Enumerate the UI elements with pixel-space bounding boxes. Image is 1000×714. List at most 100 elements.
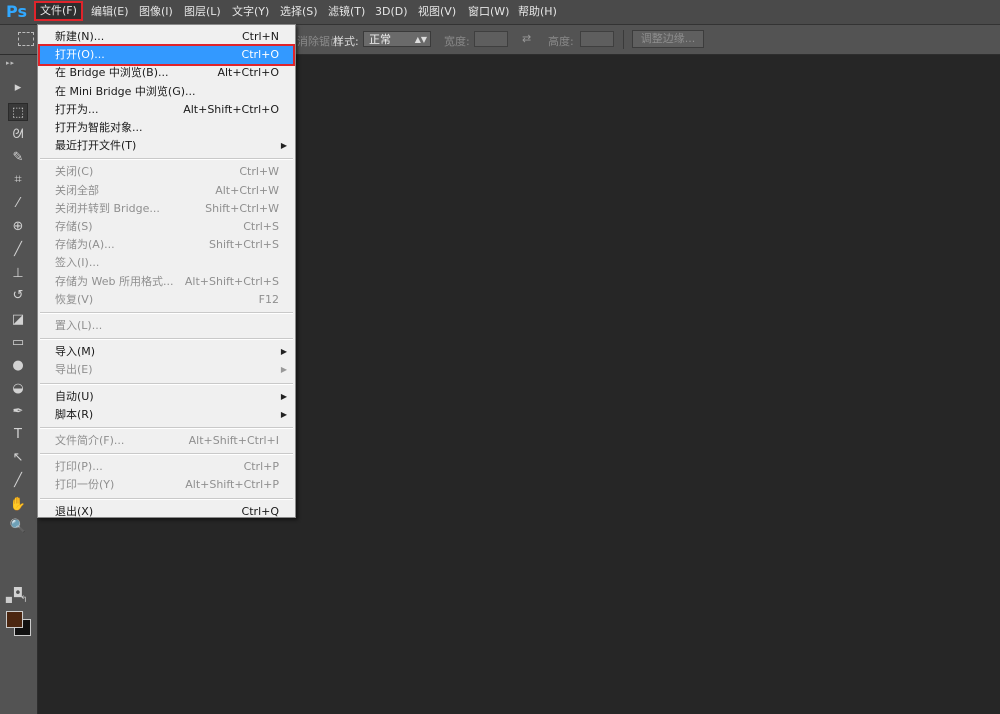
path-selection-tool-icon[interactable]: ↖ — [8, 449, 28, 467]
eyedropper-tool-icon[interactable]: ⁄ — [8, 195, 28, 213]
file-menu-item[interactable]: 新建(N)... Ctrl+N — [40, 28, 293, 46]
swap-icon[interactable]: ⇄ — [522, 32, 531, 45]
file-menu-item: 存储(S) Ctrl+S — [40, 218, 293, 236]
menu-item-2[interactable]: 图像(I) — [135, 4, 177, 20]
menu-separator — [40, 158, 293, 161]
blur-tool-icon[interactable]: ● — [8, 357, 28, 375]
gradient-tool-icon[interactable]: ▭ — [8, 334, 28, 352]
file-menu-item: 恢复(V) F12 — [40, 291, 293, 309]
marquee-preset-icon[interactable] — [18, 32, 34, 46]
menu-item-label: 打开为... — [55, 102, 99, 116]
menu-item-label: 文件简介(F)... — [55, 434, 125, 447]
menu-item-6[interactable]: 滤镜(T) — [324, 4, 369, 20]
photoshop-logo: Ps — [6, 2, 27, 21]
menu-item-shortcut: F12 — [258, 292, 279, 306]
menu-item-label: 退出(X) — [55, 504, 94, 518]
options-separator — [623, 30, 624, 49]
menu-item-label: 存储(S) — [55, 220, 93, 233]
line-tool-icon[interactable]: ╱ — [8, 472, 28, 490]
menu-item-1[interactable]: 编辑(E) — [87, 4, 133, 20]
menu-item-label: 打开为智能对象... — [55, 121, 143, 134]
file-menu-item[interactable]: 打开(O)... Ctrl+O — [38, 44, 295, 67]
menu-item-shortcut: Ctrl+W — [239, 165, 279, 179]
menu-item-shortcut: Alt+Ctrl+O — [217, 66, 279, 80]
menu-item-label: 最近打开文件(T) — [55, 139, 137, 153]
menu-item-10[interactable]: 帮助(H) — [514, 4, 561, 20]
menu-separator — [40, 453, 293, 456]
marquee-tool-icon[interactable]: ⬚ — [8, 103, 28, 121]
crop-tool-icon[interactable]: ⌗ — [8, 171, 28, 189]
lasso-tool-icon[interactable]: ᘛ — [8, 126, 28, 144]
file-menu-item: 签入(I)... — [40, 254, 293, 272]
file-menu-item[interactable]: 导入(M) ▶ — [40, 343, 293, 361]
submenu-arrow-icon: ▶ — [280, 391, 287, 401]
submenu-arrow-icon: ▶ — [280, 141, 287, 151]
quick-mask-icon[interactable]: ◘ — [8, 585, 28, 603]
move-tool-icon[interactable]: ▸ — [8, 79, 28, 97]
file-menu-item: 打印(P)... Ctrl+P — [40, 458, 293, 476]
file-menu-item: 导出(E) ▶ — [40, 361, 293, 379]
brush-tool-icon[interactable]: ╱ — [8, 241, 28, 259]
width-input[interactable] — [474, 31, 508, 47]
style-select[interactable]: 正常 ▲▼ — [363, 31, 431, 47]
menu-item-7[interactable]: 3D(D) — [371, 4, 412, 20]
menu-item-shortcut: Ctrl+N — [241, 30, 279, 43]
menu-separator — [40, 382, 293, 385]
file-menu-item[interactable]: 最近打开文件(T) ▶ — [40, 137, 293, 155]
menu-item-shortcut: Ctrl+Q — [241, 504, 279, 518]
type-tool-icon[interactable]: T — [8, 426, 28, 444]
menu-item-shortcut: Shift+Ctrl+S — [209, 238, 279, 252]
menu-item-shortcut: Shift+Ctrl+W — [205, 201, 279, 215]
menubar: Ps 文件(F) 编辑(E) 图像(I) 图层(L) 文字(Y) 选择(S) 滤镜(T) 3D… — [0, 0, 1000, 25]
height-input[interactable] — [580, 31, 614, 47]
file-menu-item[interactable]: 打开为智能对象... — [40, 119, 293, 137]
menu-item-label: 打开(O)... — [55, 48, 105, 62]
menu-item-label: 自动(U) — [55, 389, 94, 403]
menu-item-5[interactable]: 选择(S) — [276, 4, 322, 20]
menu-item-shortcut: Alt+Ctrl+W — [215, 183, 279, 197]
menu-item-label: 恢复(V) — [55, 292, 94, 306]
file-menu-item[interactable]: 打开为... Alt+Shift+Ctrl+O — [40, 101, 293, 119]
file-menu-item[interactable]: 脚本(R) ▶ — [40, 406, 293, 424]
menu-separator — [40, 427, 293, 429]
file-menu-item: 文件简介(F)... Alt+Shift+Ctrl+I — [40, 432, 293, 450]
clone-stamp-tool-icon[interactable]: ⊥ — [8, 265, 28, 283]
menu-item-label: 置入(L)... — [55, 319, 103, 332]
file-menu-item: 打印一份(Y) Alt+Shift+Ctrl+P — [40, 476, 293, 494]
menu-item-label: 在 Bridge 中浏览(B)... — [55, 66, 169, 80]
submenu-arrow-icon: ▶ — [280, 347, 287, 357]
healing-brush-tool-icon[interactable]: ⊕ — [8, 218, 28, 236]
menu-item-9[interactable]: 窗口(W) — [464, 4, 513, 20]
pen-tool-icon[interactable]: ✒ — [8, 403, 28, 421]
menu-item-label: 脚本(R) — [55, 407, 94, 421]
menu-item-4[interactable]: 文字(Y) — [228, 4, 273, 20]
menu-item-label: 打印(P)... — [55, 460, 103, 474]
file-menu-item[interactable]: 在 Bridge 中浏览(B)... Alt+Ctrl+O — [40, 64, 293, 82]
height-label: 高度: — [548, 35, 574, 48]
tools-panel: ▸▸ ▸⬚ᘛ✎⌗⁄⊕╱⊥↺◪▭●◒✒T↖╱✋🔍 ■ ↰ ◘ ▣ — [0, 55, 38, 714]
file-menu-item[interactable]: 退出(X) Ctrl+Q — [40, 503, 293, 521]
quick-selection-tool-icon[interactable]: ✎ — [8, 149, 28, 167]
menu-item-shortcut: Ctrl+S — [243, 220, 279, 233]
menu-item-label: 打印一份(Y) — [55, 478, 115, 492]
panel-grip-icon[interactable]: ▸▸ — [6, 59, 15, 67]
menu-item-shortcut: Alt+Shift+Ctrl+I — [188, 434, 279, 447]
menu-file[interactable]: 文件(F) — [34, 1, 83, 21]
dodge-tool-icon[interactable]: ◒ — [8, 380, 28, 398]
history-brush-tool-icon[interactable]: ↺ — [8, 287, 28, 305]
foreground-color-swatch[interactable] — [6, 611, 23, 628]
refine-edge-button[interactable]: 调整边缘... — [632, 30, 704, 48]
menu-item-shortcut: Alt+Shift+Ctrl+P — [185, 478, 279, 492]
submenu-arrow-icon: ▶ — [280, 409, 287, 419]
style-label: 样式: — [333, 35, 359, 48]
file-menu-item: 关闭并转到 Bridge... Shift+Ctrl+W — [40, 200, 293, 218]
menu-item-8[interactable]: 视图(V) — [414, 4, 460, 20]
file-menu-item[interactable]: 在 Mini Bridge 中浏览(G)... — [40, 83, 293, 101]
menu-item-3[interactable]: 图层(L) — [180, 4, 225, 20]
eraser-tool-icon[interactable]: ◪ — [8, 311, 28, 329]
menu-item-label: 存储为 Web 所用格式... — [55, 274, 174, 288]
file-menu-item[interactable]: 自动(U) ▶ — [40, 388, 293, 406]
zoom-tool-icon[interactable]: 🔍 — [8, 518, 28, 536]
hand-tool-icon[interactable]: ✋ — [8, 496, 28, 514]
menu-separator — [40, 312, 293, 314]
